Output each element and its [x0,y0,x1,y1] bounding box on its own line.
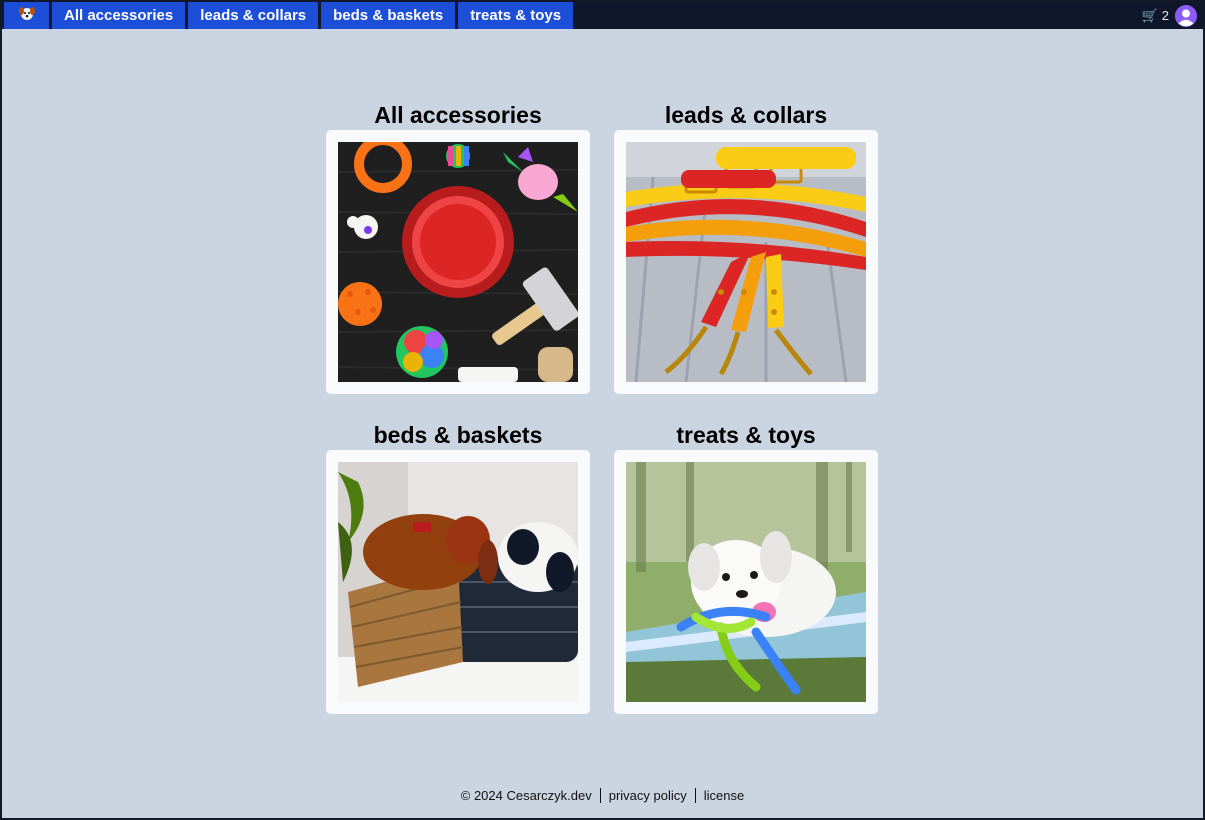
category-leads-collars[interactable]: leads & collars [614,100,878,394]
copyright-text: © 2024 Cesarczyk.dev [460,788,592,803]
cart-count: 2 [1161,8,1169,23]
footer-divider [694,788,696,803]
home-logo-button[interactable] [4,2,49,29]
category-card[interactable] [614,130,878,394]
user-avatar-button[interactable] [1175,4,1197,27]
top-navigation-bar: All accessories leads & collars beds & b… [2,2,1203,29]
beds-baskets-photo [338,462,578,702]
category-card[interactable] [614,450,878,714]
tab-leads-collars[interactable]: leads & collars [188,2,319,29]
dog-face-icon [18,5,36,26]
accessories-photo [338,142,578,382]
topbar-actions: 🛒 2 [1142,2,1203,29]
category-card[interactable] [326,130,590,394]
category-title: beds & baskets [373,422,543,448]
category-title: All accessories [374,102,542,128]
footer: © 2024 Cesarczyk.dev privacy policy lice… [2,788,1203,803]
category-title: treats & toys [676,422,816,448]
category-all-accessories[interactable]: All accessories [326,100,590,394]
footer-divider [599,788,601,803]
category-title: leads & collars [664,102,828,128]
user-avatar-icon [1175,4,1197,27]
treats-toys-photo [626,462,866,702]
tab-all-accessories[interactable]: All accessories [52,2,186,29]
tab-beds-baskets[interactable]: beds & baskets [321,2,456,29]
cart-button[interactable]: 🛒 2 [1142,8,1169,24]
leads-collars-photo [626,142,866,382]
category-grid: All accessories leads & collars beds & b… [326,100,878,714]
shopping-cart-icon: 🛒 [1141,7,1158,23]
license-link[interactable]: license [704,788,744,803]
privacy-policy-link[interactable]: privacy policy [609,788,687,803]
category-treats-toys[interactable]: treats & toys [614,420,878,714]
category-beds-baskets[interactable]: beds & baskets [326,420,590,714]
tab-treats-toys[interactable]: treats & toys [458,2,574,29]
category-card[interactable] [326,450,590,714]
